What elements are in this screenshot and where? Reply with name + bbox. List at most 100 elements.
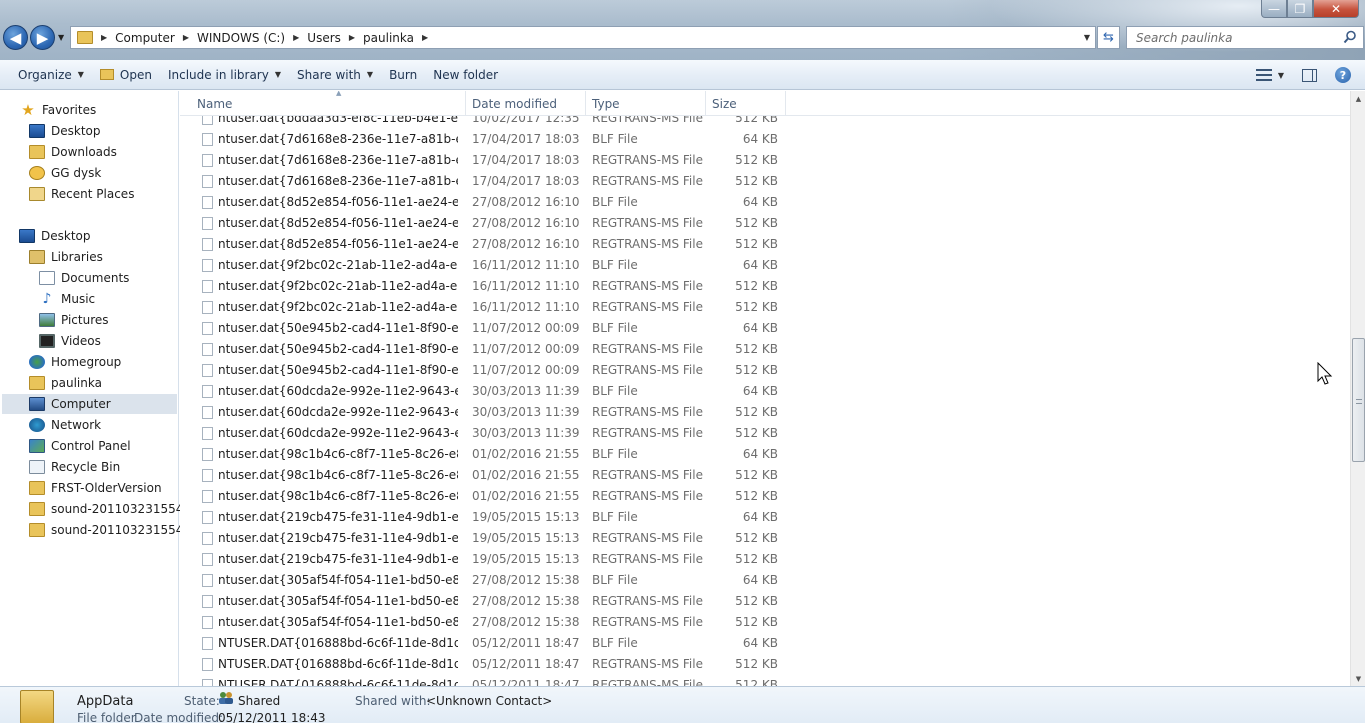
videos-icon bbox=[39, 334, 55, 348]
search-input[interactable] bbox=[1136, 30, 1336, 45]
breadcrumb-computer[interactable]: Computer bbox=[115, 31, 175, 45]
scrollbar-thumb[interactable] bbox=[1352, 338, 1365, 462]
search-box[interactable] bbox=[1126, 26, 1364, 49]
table-row[interactable]: ntuser.dat{50e945b2-cad4-11e1-8f90-e89a8… bbox=[180, 318, 800, 339]
table-row[interactable]: ntuser.dat{98c1b4c6-c8f7-11e5-8c26-e89a8… bbox=[180, 444, 800, 465]
column-header-type[interactable]: Type bbox=[586, 91, 706, 116]
help-icon[interactable]: ? bbox=[1335, 67, 1351, 83]
table-row[interactable]: ntuser.dat{9f2bc02c-21ab-11e2-ad4a-e89a8… bbox=[180, 255, 800, 276]
table-row[interactable]: NTUSER.DAT{016888bd-6c6f-11de-8d1d-00...… bbox=[180, 633, 800, 654]
chevron-right-icon[interactable]: ▶ bbox=[422, 33, 428, 42]
sidebar-item-computer[interactable]: Computer bbox=[2, 394, 177, 414]
table-row[interactable]: ntuser.dat{98c1b4c6-c8f7-11e5-8c26-e89a8… bbox=[180, 486, 800, 507]
address-bar[interactable]: ▶ Computer ▶ WINDOWS (C:) ▶ Users ▶ paul… bbox=[70, 26, 1096, 49]
table-row[interactable]: ntuser.dat{60dcda2e-992e-11e2-9643-e89a8… bbox=[180, 402, 800, 423]
sidebar-item-favorites[interactable]: ★ Favorites bbox=[20, 100, 96, 120]
column-header-date[interactable]: Date modified bbox=[466, 91, 586, 116]
breadcrumb-users[interactable]: Users bbox=[307, 31, 341, 45]
address-dropdown-icon[interactable]: ▼ bbox=[1084, 33, 1090, 42]
sidebar-item-control-panel[interactable]: Control Panel bbox=[29, 436, 131, 456]
sidebar-item-desktop-root[interactable]: Desktop bbox=[19, 226, 91, 246]
file-type: BLF File bbox=[592, 132, 638, 146]
minimize-button[interactable]: — bbox=[1261, 0, 1287, 18]
table-row[interactable]: ntuser.dat{60dcda2e-992e-11e2-9643-e89a8… bbox=[180, 381, 800, 402]
recent-pages-dropdown-icon[interactable]: ▼ bbox=[58, 33, 64, 42]
table-row[interactable]: NTUSER.DAT{016888bd-6c6f-11de-8d1d-00...… bbox=[180, 675, 800, 686]
sidebar-item-downloads[interactable]: Downloads bbox=[29, 142, 117, 162]
file-type: REGTRANS-MS File bbox=[592, 594, 703, 608]
chevron-down-icon: ▼ bbox=[274, 70, 281, 79]
sidebar-item-frst-olderversion[interactable]: FRST-OlderVersion bbox=[29, 478, 162, 498]
table-row[interactable]: ntuser.dat{98c1b4c6-c8f7-11e5-8c26-e89a8… bbox=[180, 465, 800, 486]
table-row[interactable]: ntuser.dat{305af54f-f054-11e1-bd50-e89a8… bbox=[180, 591, 800, 612]
sidebar-item-documents[interactable]: Documents bbox=[39, 268, 129, 288]
sidebar-item-desktop[interactable]: Desktop bbox=[29, 121, 101, 141]
chevron-down-icon[interactable]: ▼ bbox=[1278, 71, 1284, 80]
file-date-modified: 27/08/2012 15:38 bbox=[472, 594, 580, 608]
table-row[interactable]: ntuser.dat{305af54f-f054-11e1-bd50-e89a8… bbox=[180, 570, 800, 591]
file-size: 512 KB bbox=[735, 405, 778, 419]
refresh-button[interactable]: ⇆ bbox=[1097, 26, 1120, 49]
table-row[interactable]: ntuser.dat{219cb475-fe31-11e4-9db1-e89a8… bbox=[180, 528, 800, 549]
forward-button[interactable]: ▶ bbox=[30, 25, 55, 50]
table-row[interactable]: ntuser.dat{9f2bc02c-21ab-11e2-ad4a-e89a8… bbox=[180, 276, 800, 297]
file-name: ntuser.dat{219cb475-fe31-11e4-9db1-e89a8… bbox=[218, 510, 458, 524]
sidebar-item-videos[interactable]: Videos bbox=[39, 331, 101, 351]
organize-button[interactable]: Organize ▼ bbox=[10, 62, 92, 88]
sidebar-item-sound-folder[interactable]: sound-20110323155406 bbox=[29, 499, 199, 519]
chevron-right-icon[interactable]: ▶ bbox=[349, 33, 355, 42]
preview-pane-icon[interactable] bbox=[1302, 68, 1317, 82]
sidebar-item-pictures[interactable]: Pictures bbox=[39, 310, 109, 330]
vertical-scrollbar[interactable]: ▲ ▼ bbox=[1350, 91, 1365, 686]
sidebar-item-gg-dysk[interactable]: GG dysk bbox=[29, 163, 101, 183]
column-header-name[interactable]: ▲ Name bbox=[191, 91, 466, 116]
search-icon[interactable] bbox=[1343, 30, 1357, 44]
breadcrumb-windows-c[interactable]: WINDOWS (C:) bbox=[197, 31, 285, 45]
table-row[interactable]: ntuser.dat{50e945b2-cad4-11e1-8f90-e89a8… bbox=[180, 360, 800, 381]
chevron-right-icon[interactable]: ▶ bbox=[183, 33, 189, 42]
burn-button[interactable]: Burn bbox=[381, 62, 425, 88]
table-row[interactable]: ntuser.dat{7d6168e8-236e-11e7-a81b-e89a8… bbox=[180, 129, 800, 150]
column-header-size[interactable]: Size bbox=[706, 91, 786, 116]
sidebar-item-label: Homegroup bbox=[51, 355, 122, 369]
table-row[interactable]: ntuser.dat{50e945b2-cad4-11e1-8f90-e89a8… bbox=[180, 339, 800, 360]
table-row[interactable]: ntuser.dat{305af54f-f054-11e1-bd50-e89a8… bbox=[180, 612, 800, 633]
back-button[interactable]: ◀ bbox=[3, 25, 28, 50]
table-row[interactable]: NTUSER.DAT{016888bd-6c6f-11de-8d1d-00...… bbox=[180, 654, 800, 675]
include-in-library-button[interactable]: Include in library ▼ bbox=[160, 62, 289, 88]
table-row[interactable]: ntuser.dat{7d6168e8-236e-11e7-a81b-e89a8… bbox=[180, 150, 800, 171]
sidebar-item-libraries[interactable]: Libraries bbox=[29, 247, 103, 267]
table-row[interactable]: ntuser.dat{60dcda2e-992e-11e2-9643-e89a8… bbox=[180, 423, 800, 444]
table-row[interactable]: ntuser.dat{219cb475-fe31-11e4-9db1-e89a8… bbox=[180, 507, 800, 528]
table-row[interactable]: ntuser.dat{8d52e854-f056-11e1-ae24-e89a8… bbox=[180, 234, 800, 255]
table-row[interactable]: ntuser.dat{8d52e854-f056-11e1-ae24-e89a8… bbox=[180, 213, 800, 234]
table-row[interactable]: ntuser.dat{9f2bc02c-21ab-11e2-ad4a-e89a8… bbox=[180, 297, 800, 318]
window-controls: — ❐ ✕ bbox=[1261, 0, 1359, 18]
open-button[interactable]: Open bbox=[92, 62, 160, 88]
table-row[interactable]: ntuser.dat{8d52e854-f056-11e1-ae24-e89a8… bbox=[180, 192, 800, 213]
chevron-right-icon[interactable]: ▶ bbox=[293, 33, 299, 42]
chevron-right-icon[interactable]: ▶ bbox=[101, 33, 107, 42]
sidebar-item-sound-zip[interactable]: sound-20110323155406. bbox=[29, 520, 202, 540]
change-view-icon[interactable] bbox=[1255, 69, 1272, 81]
sidebar-item-music[interactable]: ♪ Music bbox=[39, 289, 96, 309]
scroll-up-icon[interactable]: ▲ bbox=[1351, 91, 1365, 106]
file-name: ntuser.dat{305af54f-f054-11e1-bd50-e89a8… bbox=[218, 594, 458, 608]
sidebar-item-homegroup[interactable]: Homegroup bbox=[29, 352, 121, 372]
new-folder-button[interactable]: New folder bbox=[425, 62, 506, 88]
breadcrumb-paulinka[interactable]: paulinka bbox=[363, 31, 414, 45]
file-name: ntuser.dat{8d52e854-f056-11e1-ae24-e89a8… bbox=[218, 195, 458, 209]
file-type: REGTRANS-MS File bbox=[592, 153, 703, 167]
sidebar-item-recent-places[interactable]: Recent Places bbox=[29, 184, 134, 204]
close-button[interactable]: ✕ bbox=[1313, 0, 1359, 18]
table-row[interactable]: ntuser.dat{219cb475-fe31-11e4-9db1-e89a8… bbox=[180, 549, 800, 570]
documents-icon bbox=[39, 271, 55, 285]
sidebar-item-recycle-bin[interactable]: Recycle Bin bbox=[29, 457, 120, 477]
sidebar-item-network[interactable]: Network bbox=[29, 415, 101, 435]
maximize-button[interactable]: ❐ bbox=[1287, 0, 1313, 18]
share-with-button[interactable]: Share with ▼ bbox=[289, 62, 381, 88]
scroll-down-icon[interactable]: ▼ bbox=[1351, 671, 1365, 686]
file-size: 512 KB bbox=[735, 552, 778, 566]
sidebar-item-paulinka[interactable]: paulinka bbox=[29, 373, 102, 393]
table-row[interactable]: ntuser.dat{7d6168e8-236e-11e7-a81b-e89a8… bbox=[180, 171, 800, 192]
